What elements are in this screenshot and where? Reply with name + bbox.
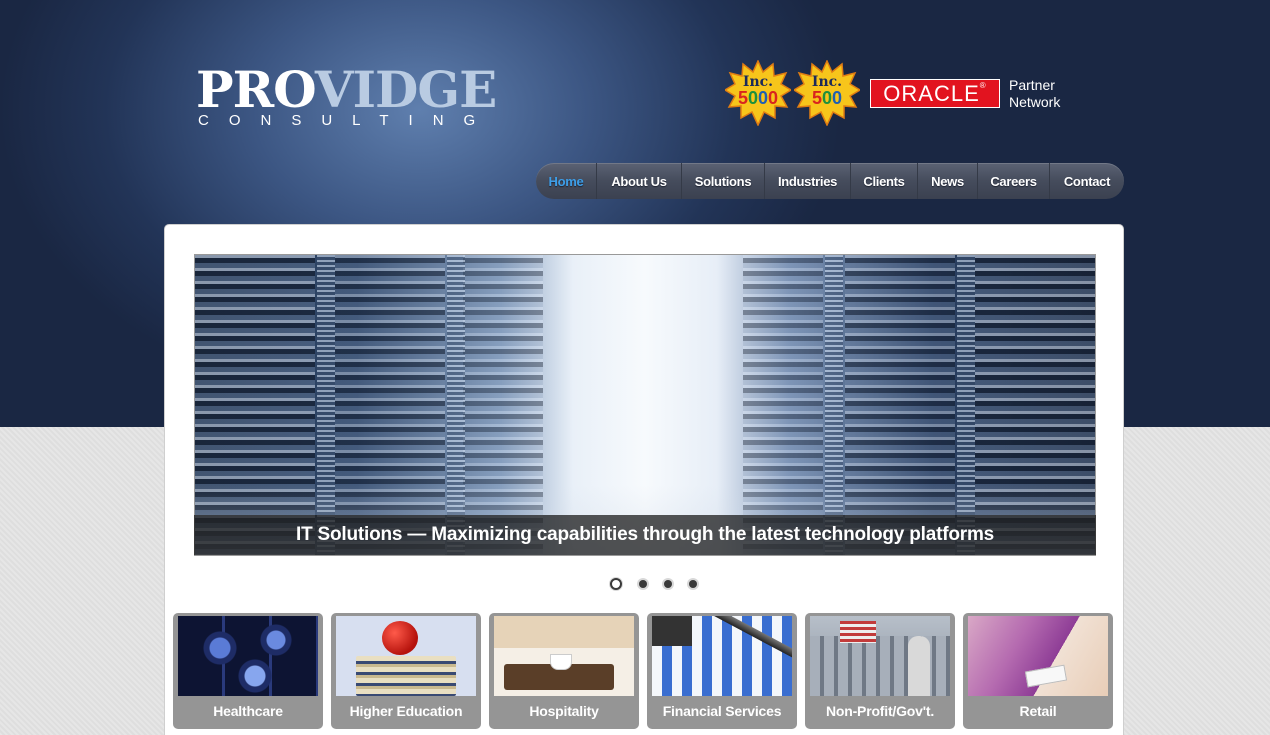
slide-caption: IT Solutions — Maximizing capabilities t… <box>194 515 1096 555</box>
slide-dot-4[interactable] <box>689 580 697 588</box>
logo-subtitle: CONSULTING <box>198 112 496 129</box>
industry-tile-non-profit[interactable]: Non-Profit/Gov't. <box>805 613 955 729</box>
healthcare-image <box>178 616 318 696</box>
nav-clients[interactable]: Clients <box>851 163 918 199</box>
nav-careers[interactable]: Careers <box>978 163 1050 199</box>
nav-industries[interactable]: Industries <box>765 163 851 199</box>
retail-image <box>968 616 1108 696</box>
main-nav: Home About Us Solutions Industries Clien… <box>536 163 1124 199</box>
industry-tile-hospitality[interactable]: Hospitality <box>489 613 639 729</box>
inc-5000-badge: Inc. 5000 <box>725 60 791 126</box>
industry-tile-financial-services[interactable]: Financial Services <box>647 613 797 729</box>
industry-tile-retail[interactable]: Retail <box>963 613 1113 729</box>
nav-home[interactable]: Home <box>536 163 597 199</box>
logo-wordmark: PROVIDGE <box>196 60 497 119</box>
higher-education-image <box>336 616 476 696</box>
nav-contact[interactable]: Contact <box>1050 163 1124 199</box>
badge-number: 500 <box>811 88 843 108</box>
slider-pagination <box>608 577 706 591</box>
badge-number: 5000 <box>737 88 779 108</box>
nav-news[interactable]: News <box>918 163 978 199</box>
nav-solutions[interactable]: Solutions <box>682 163 765 199</box>
partner-network-label: Partner Network <box>1009 77 1061 110</box>
financial-services-image <box>652 616 792 696</box>
slide-dot-3[interactable] <box>664 580 672 588</box>
inc-500-badge: Inc. 500 <box>794 60 860 126</box>
nav-about-us[interactable]: About Us <box>597 163 682 199</box>
non-profit-image <box>810 616 950 696</box>
providge-logo[interactable]: PROVIDGE CONSULTING <box>196 60 506 130</box>
slide-dot-2[interactable] <box>639 580 647 588</box>
slide-dot-1[interactable] <box>610 578 622 590</box>
industry-tile-healthcare[interactable]: Healthcare <box>173 613 323 729</box>
hospitality-image <box>494 616 634 696</box>
industry-tile-higher-education[interactable]: Higher Education <box>331 613 481 729</box>
hero-slide-image[interactable] <box>194 254 1096 556</box>
oracle-logo: ORACLE® <box>870 79 1000 108</box>
